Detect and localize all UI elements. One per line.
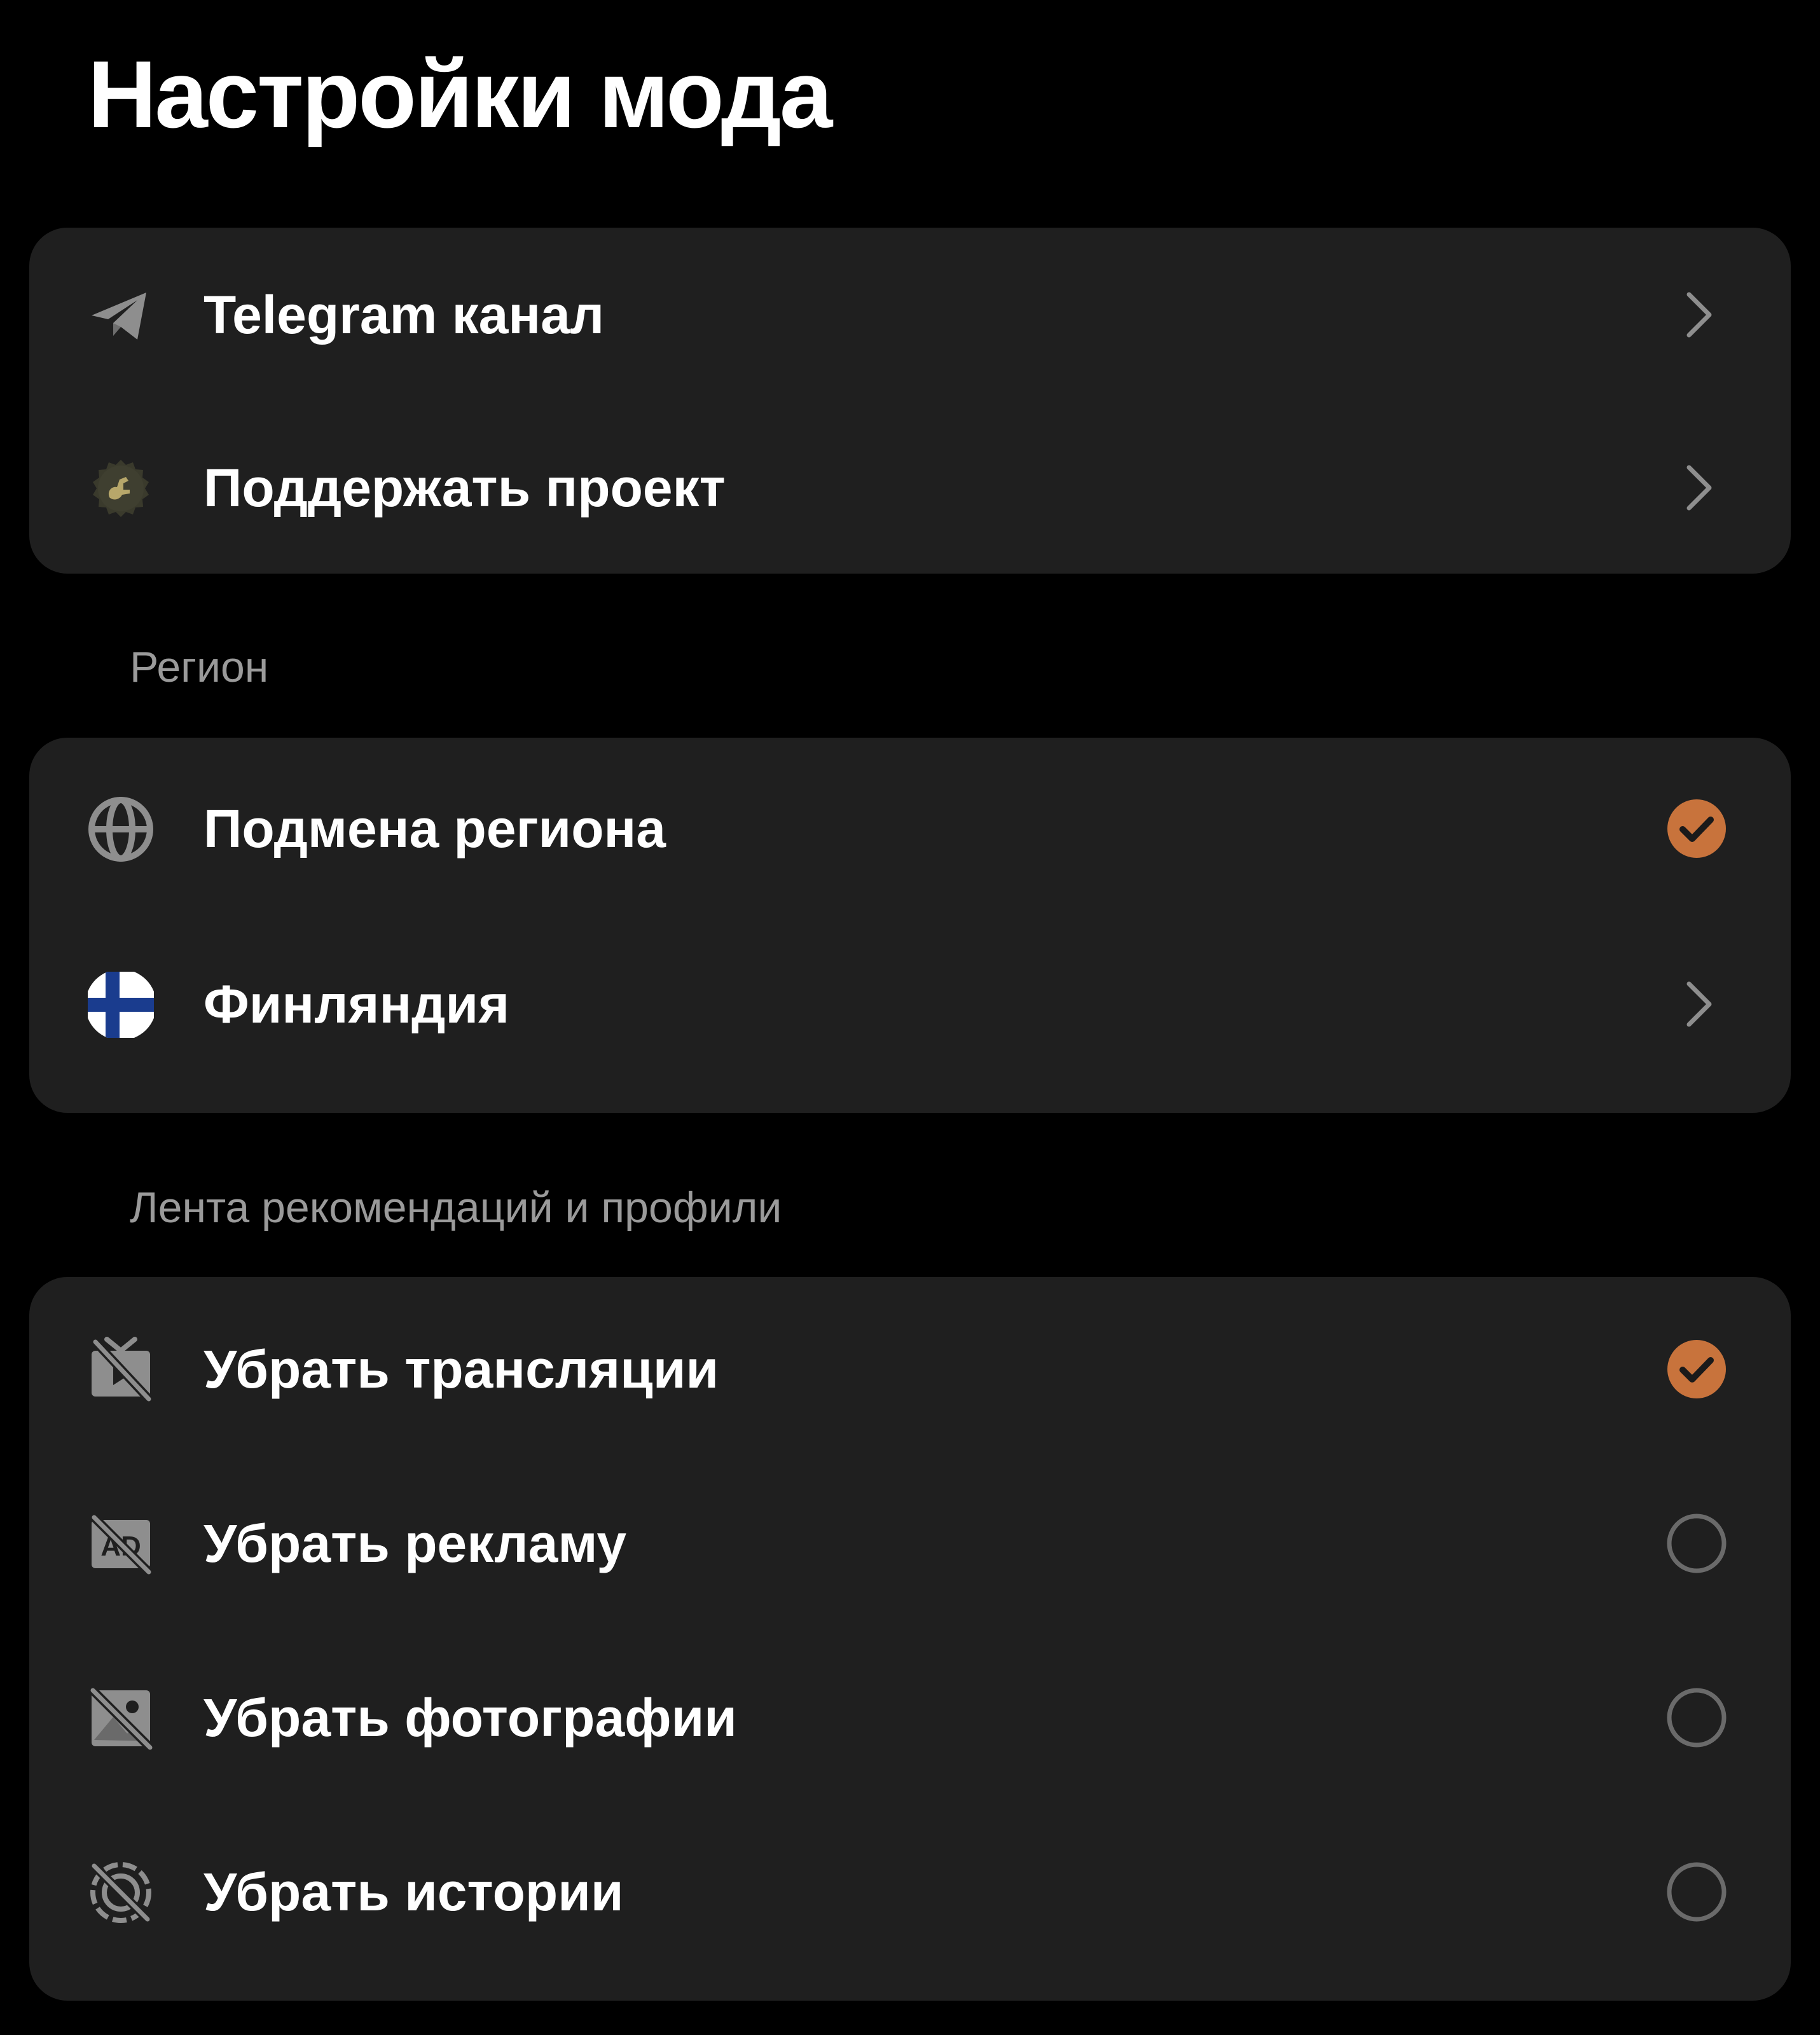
finland-flag-icon	[88, 972, 154, 1038]
feed-section-header: Лента рекомендаций и профили	[130, 1183, 782, 1232]
remove-ads-label: Убрать рекламу	[203, 1514, 627, 1573]
remove-photos-label: Убрать фотографии	[203, 1688, 737, 1748]
feed-card: Убрать трансляции AD Убрать рекламу	[29, 1277, 1791, 2001]
radio-empty-icon[interactable]	[1665, 1512, 1728, 1575]
region-spoof-label: Подмена региона	[203, 799, 666, 859]
telegram-channel-row[interactable]: Telegram канал	[29, 228, 1791, 402]
remove-live-label: Убрать трансляции	[203, 1339, 719, 1399]
radio-empty-icon[interactable]	[1665, 1860, 1728, 1924]
remove-stories-row[interactable]: Убрать истории	[29, 1805, 1791, 1979]
telegram-icon	[88, 282, 154, 348]
remove-stories-label: Убрать истории	[203, 1862, 624, 1922]
check-circle-icon[interactable]	[1665, 797, 1728, 860]
telegram-channel-label: Telegram канал	[203, 285, 605, 345]
no-live-icon	[88, 1337, 154, 1403]
radio-empty-icon[interactable]	[1665, 1686, 1728, 1749]
no-stories-icon	[88, 1859, 154, 1926]
check-circle-icon[interactable]	[1665, 1337, 1728, 1401]
region-spoof-row[interactable]: Подмена региона	[29, 742, 1791, 916]
chevron-right-icon	[1665, 972, 1728, 1036]
chevron-right-icon	[1665, 283, 1728, 347]
remove-photos-row[interactable]: Убрать фотографии	[29, 1631, 1791, 1805]
remove-ads-row[interactable]: AD Убрать рекламу	[29, 1456, 1791, 1631]
region-section-header: Регион	[130, 643, 269, 691]
links-card: Telegram канал Поддержать проект	[29, 228, 1791, 574]
support-project-label: Поддержать проект	[203, 458, 726, 518]
chevron-right-icon	[1665, 456, 1728, 520]
finland-row[interactable]: Финляндия	[29, 917, 1791, 1091]
region-card: Подмена региона Финляндия	[29, 738, 1791, 1113]
page-title: Настройки мода	[88, 41, 832, 148]
remove-live-row[interactable]: Убрать трансляции	[29, 1282, 1791, 1456]
support-project-icon	[88, 455, 154, 521]
finland-label: Финляндия	[203, 974, 510, 1034]
no-ads-icon: AD	[88, 1511, 154, 1577]
no-photos-icon	[88, 1685, 154, 1751]
globe-icon	[88, 796, 154, 862]
support-project-row[interactable]: Поддержать проект	[29, 401, 1791, 575]
